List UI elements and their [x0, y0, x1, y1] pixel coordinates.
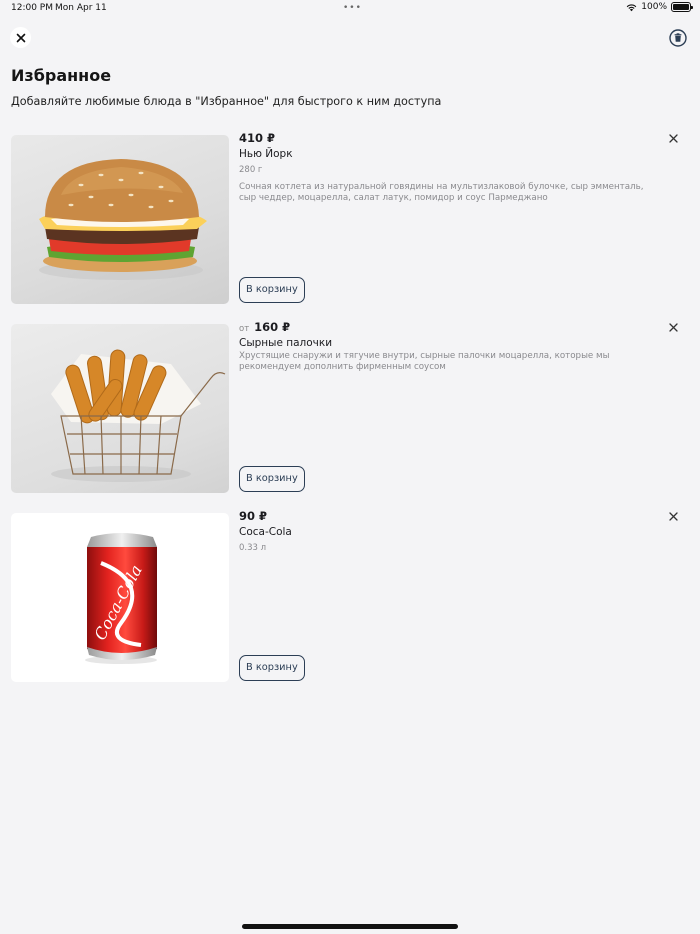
item-price: 90 ₽ — [239, 509, 268, 523]
close-icon — [16, 33, 25, 42]
close-icon — [668, 322, 678, 332]
status-date: Mon Apr 11 — [55, 3, 107, 13]
item-description: Сочная котлета из натуральной говядины н… — [239, 182, 644, 203]
favorite-item: 410 ₽ Нью Йорк 280 г Сочная котлета из н… — [11, 131, 691, 304]
multitasking-dots-icon[interactable]: ••• — [343, 3, 362, 13]
remove-favorite-button[interactable] — [667, 132, 679, 144]
close-icon — [668, 511, 678, 521]
remove-favorite-button[interactable] — [667, 321, 679, 333]
item-details: 90 ₽ Coca-Cola 0.33 л В корзину — [239, 509, 679, 682]
cheese-sticks-illustration — [51, 349, 226, 482]
status-indicators: 100% — [626, 2, 693, 12]
burger-image[interactable] — [11, 135, 229, 304]
status-bar: 12:00 PM Mon Apr 11 ••• 100% — [0, 0, 700, 18]
add-to-cart-button[interactable]: В корзину — [239, 655, 305, 681]
page-subtitle: Добавляйте любимые блюда в "Избранное" д… — [11, 95, 442, 108]
clear-favorites-button[interactable] — [669, 29, 687, 47]
cheese-sticks-image[interactable] — [11, 324, 229, 493]
page-title: Избранное — [11, 66, 112, 85]
close-icon — [668, 133, 678, 143]
wifi-icon — [626, 3, 637, 11]
coca-cola-image[interactable]: Coca-Cola — [11, 513, 229, 682]
remove-favorite-button[interactable] — [667, 510, 679, 522]
item-details: от 160 ₽ Сырные палочки Хрустящие снаруж… — [239, 320, 679, 493]
price-row: 90 ₽ — [239, 509, 267, 523]
price-row: от 160 ₽ — [239, 320, 290, 334]
price-prefix: от — [239, 324, 250, 334]
add-to-cart-button[interactable]: В корзину — [239, 466, 305, 492]
item-price: 160 ₽ — [254, 320, 291, 334]
status-time: 12:00 PM — [11, 3, 53, 13]
item-description: Хрустящие снаружи и тягучие внутри, сырн… — [239, 351, 610, 372]
item-name[interactable]: Coca-Cola — [239, 526, 292, 538]
item-name[interactable]: Нью Йорк — [239, 148, 293, 160]
item-name[interactable]: Сырные палочки — [239, 337, 332, 349]
item-volume: 0.33 л — [239, 543, 267, 553]
price-row: 410 ₽ — [239, 131, 275, 145]
trash-icon — [669, 29, 687, 47]
add-to-cart-button[interactable]: В корзину — [239, 277, 305, 303]
home-indicator[interactable] — [242, 924, 458, 929]
coca-cola-can-illustration: Coca-Cola — [85, 533, 157, 664]
close-button[interactable] — [10, 27, 31, 48]
burger-illustration — [39, 159, 207, 280]
battery-icon — [671, 2, 693, 12]
item-price: 410 ₽ — [239, 131, 276, 145]
favorite-item: Coca-Cola 90 ₽ Coca-Cola 0.33 л В корзин… — [11, 509, 691, 682]
item-details: 410 ₽ Нью Йорк 280 г Сочная котлета из н… — [239, 131, 679, 304]
favorite-item: от 160 ₽ Сырные палочки Хрустящие снаруж… — [11, 320, 691, 493]
battery-percentage: 100% — [641, 2, 667, 12]
item-weight: 280 г — [239, 165, 263, 175]
